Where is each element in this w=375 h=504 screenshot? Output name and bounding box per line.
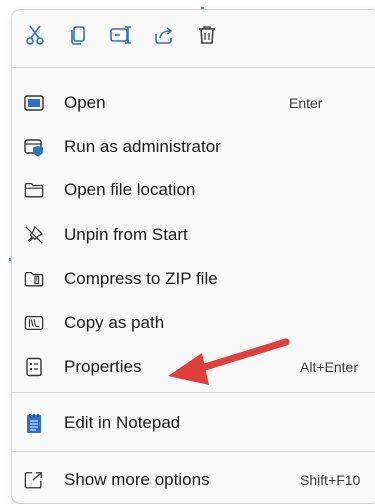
menu-item-label: Copy as path (64, 313, 165, 332)
menu-item-edit-in-notepad[interactable]: Edit in Notepad (0, 405, 375, 441)
cut-icon (26, 25, 44, 45)
rename-button[interactable] (106, 20, 136, 50)
menu-item-unpin-from-start[interactable]: Unpin from Start (0, 217, 375, 253)
menu-item-label: Open file location (64, 180, 196, 199)
menu-item-open[interactable]: Open Enter (0, 85, 375, 121)
separator-apps (12, 392, 375, 393)
separator-more (12, 451, 375, 452)
menu-item-shortcut: Shift+F10 (300, 472, 361, 488)
menu-item-compress-to-zip[interactable]: Compress to ZIP file (0, 261, 375, 297)
properties-icon (26, 357, 42, 377)
open-window-icon (24, 95, 44, 111)
copy-path-icon (24, 316, 44, 330)
more-options-icon (24, 472, 42, 489)
delete-icon (199, 26, 215, 44)
menu-item-label: Run as administrator (64, 137, 221, 156)
share-icon (155, 27, 173, 44)
menu-item-copy-as-path[interactable]: Copy as path (0, 305, 375, 341)
menu-item-open-file-location[interactable]: Open file location (0, 172, 375, 208)
menu-item-shortcut: Alt+Enter (300, 359, 358, 375)
delete-button[interactable] (192, 20, 222, 50)
context-menu-toolbar (20, 18, 235, 52)
menu-item-run-as-administrator[interactable]: Run as administrator (0, 129, 375, 165)
zip-folder-icon (24, 272, 44, 287)
folder-icon (24, 183, 44, 198)
menu-item-label: Properties (64, 357, 142, 376)
menu-item-label: Open (64, 93, 106, 112)
copy-icon (71, 26, 85, 45)
separator-toolbar (12, 67, 375, 68)
menu-item-show-more-options[interactable]: Show more options Shift+F10 (0, 462, 375, 498)
rename-icon (110, 26, 131, 44)
share-button[interactable] (149, 20, 179, 50)
menu-item-properties[interactable]: Properties Alt+Enter (0, 349, 375, 385)
shield-window-icon (24, 139, 43, 157)
menu-item-label: Show more options (64, 470, 210, 489)
menu-item-label: Compress to ZIP file (64, 269, 218, 288)
notepad-icon (27, 414, 41, 433)
cut-button[interactable] (20, 20, 50, 50)
menu-item-label: Edit in Notepad (64, 413, 181, 432)
menu-item-shortcut: Enter (289, 95, 323, 111)
unpin-icon (25, 225, 44, 244)
copy-button[interactable] (63, 20, 93, 50)
menu-item-label: Unpin from Start (64, 225, 188, 244)
